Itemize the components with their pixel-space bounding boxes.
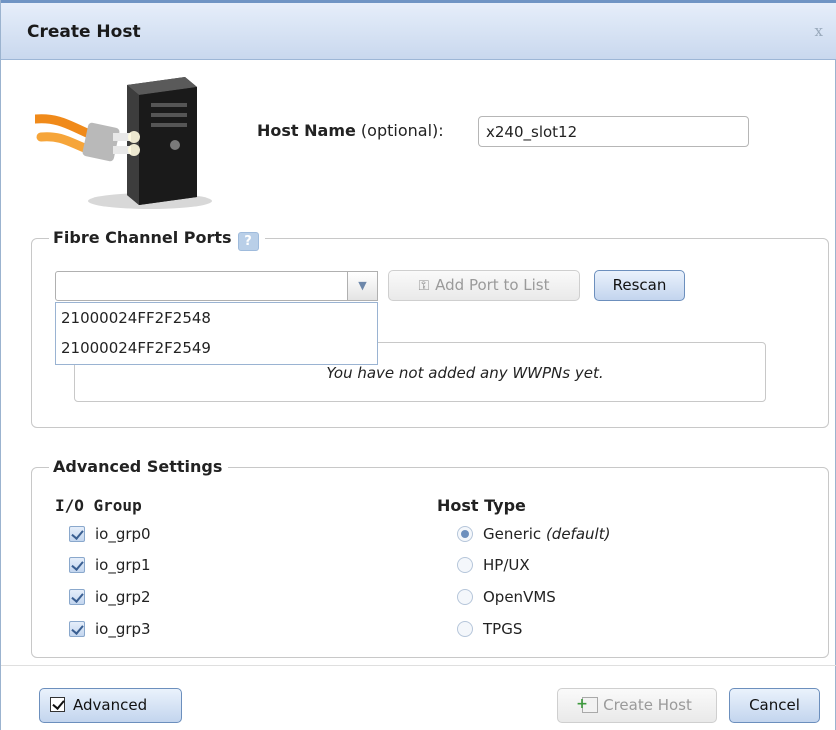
host-type-heading: Host Type	[437, 496, 526, 515]
create-host-label: Create Host	[603, 696, 692, 714]
io-group-checkbox-1[interactable]: io_grp1	[69, 554, 151, 576]
host-type-radio-hpux[interactable]: HP/UX	[457, 554, 530, 576]
io-group-label: io_grp0	[95, 525, 151, 543]
footer-divider	[1, 665, 836, 666]
host-name-label-suffix: (optional):	[355, 121, 444, 140]
dialog-titlebar: Create Host x	[1, 0, 836, 60]
host-type-radio-tpgs[interactable]: TPGS	[457, 618, 522, 640]
fibre-channel-legend: Fibre Channel Ports?	[49, 228, 265, 251]
io-group-label: io_grp1	[95, 556, 151, 574]
wwpn-dropdown: 21000024FF2F2548 21000024FF2F2549	[55, 302, 378, 365]
wwpn-combo-input[interactable]	[56, 272, 347, 300]
host-server-icon	[35, 77, 212, 209]
radio-unselected-icon[interactable]	[457, 621, 473, 637]
host-type-label: OpenVMS	[483, 588, 556, 606]
host-type-label: Generic	[483, 525, 542, 543]
add-port-button[interactable]: ⚿ Add Port to List	[388, 270, 580, 301]
plug-icon: ⚿	[418, 278, 430, 294]
host-type-radio-openvms[interactable]: OpenVMS	[457, 586, 556, 608]
wwpn-empty-message: You have not added any WWPNs yet.	[326, 364, 604, 382]
io-group-label: io_grp3	[95, 620, 151, 638]
add-port-label: Add Port to List	[435, 276, 550, 294]
cancel-button[interactable]: Cancel	[729, 688, 820, 723]
rescan-button[interactable]: Rescan	[594, 270, 685, 301]
advanced-label: Advanced	[73, 696, 148, 714]
advanced-toggle-button[interactable]: Advanced	[39, 688, 182, 723]
host-name-label: Host Name (optional):	[257, 121, 444, 140]
create-host-dialog: Create Host x Host Name (optional): Fibr…	[0, 0, 836, 730]
host-type-label: TPGS	[483, 620, 523, 638]
help-icon[interactable]: ?	[237, 232, 259, 251]
wwpn-combobox[interactable]: ▼	[55, 271, 378, 301]
radio-unselected-icon[interactable]	[457, 557, 473, 573]
create-host-button[interactable]: Create Host	[557, 688, 717, 723]
dropdown-option[interactable]: 21000024FF2F2548	[56, 303, 377, 333]
host-name-input[interactable]	[478, 116, 749, 147]
host-type-radio-generic[interactable]: Generic (default)	[457, 523, 610, 545]
host-type-default-note: (default)	[545, 525, 611, 543]
checkbox-checked-icon[interactable]	[69, 526, 85, 542]
create-host-icon	[576, 688, 599, 721]
io-group-heading: I/O Group	[55, 496, 142, 515]
checkbox-checked-icon[interactable]	[69, 589, 85, 605]
checkbox-checked-icon[interactable]	[69, 621, 85, 637]
close-icon[interactable]: x	[815, 22, 823, 40]
dialog-title: Create Host	[27, 22, 141, 42]
io-group-label: io_grp2	[95, 588, 151, 606]
io-group-checkbox-3[interactable]: io_grp3	[69, 618, 151, 640]
host-name-label-bold: Host Name	[257, 121, 356, 140]
io-group-checkbox-0[interactable]: io_grp0	[69, 523, 151, 545]
advanced-settings-legend: Advanced Settings	[49, 457, 229, 476]
radio-unselected-icon[interactable]	[457, 589, 473, 605]
chevron-down-icon[interactable]: ▼	[347, 272, 377, 300]
dropdown-option[interactable]: 21000024FF2F2549	[56, 333, 377, 363]
io-group-checkbox-2[interactable]: io_grp2	[69, 586, 151, 608]
fibre-channel-title: Fibre Channel Ports	[53, 228, 232, 247]
radio-selected-icon[interactable]	[457, 526, 473, 542]
host-type-label: HP/UX	[483, 556, 530, 574]
checkbox-checked-icon[interactable]	[69, 557, 85, 573]
checkbox-checked-icon[interactable]	[50, 697, 65, 712]
